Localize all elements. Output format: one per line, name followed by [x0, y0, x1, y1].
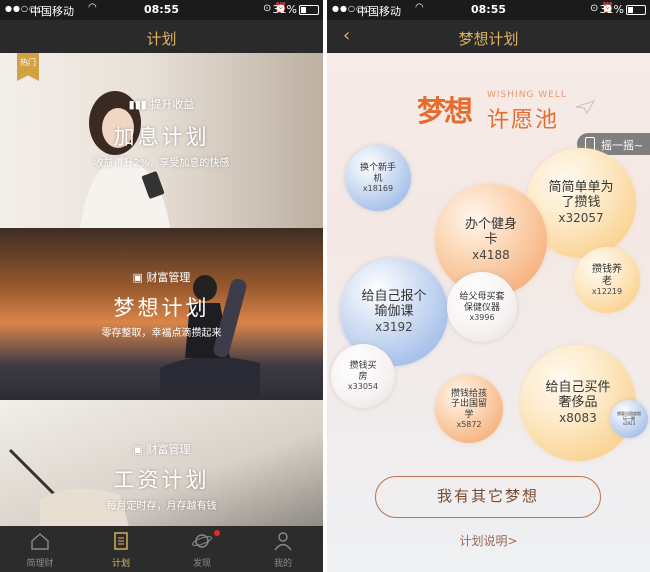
wish-count: x5872 — [456, 420, 482, 430]
wish-text: 给自己报个瑜伽课 — [361, 289, 427, 319]
dream-plan-screen: ●●○○○ 中国移动 ◠ 08:55 ⊙ ⏰ 31% ‹ 梦想计划 梦想 WIS… — [327, 0, 650, 572]
wish-text: 给自己买件奢侈品 — [545, 380, 611, 410]
wish-bubble[interactable]: 攒钱给孩子出国留学 x5872 — [435, 375, 503, 443]
wish-bubble[interactable]: 想要出国度假玩一圈 x2913 — [610, 400, 648, 438]
tab-bar: 简理财 计划 发现 我的 — [0, 526, 323, 572]
plan-tag: ▣ 财富管理 — [132, 443, 191, 456]
wish-count: x8083 — [559, 410, 597, 425]
planet-icon — [192, 534, 212, 548]
plan-desc: 收益再升2%，享受加息的快感 — [93, 158, 230, 169]
battery-percent: 31% — [272, 3, 297, 16]
plan-explain-link[interactable]: 计划说明> — [327, 532, 650, 549]
plan-name: 工资计划 — [113, 468, 210, 492]
wish-text: 攒钱养老 — [592, 264, 622, 287]
paper-plane-icon — [575, 100, 595, 114]
wish-count: x33054 — [347, 381, 379, 391]
tab-discover[interactable]: 发现 — [162, 526, 242, 572]
wish-count: x32057 — [558, 210, 604, 225]
battery-icon — [626, 5, 646, 15]
status-bar: ●●○○○ 中国移动 ◠ 08:55 ⊙ ⏰ 31% — [0, 0, 323, 20]
wish-bubble[interactable]: 给父母买套保健仪器 x3996 — [447, 272, 517, 342]
wish-bubble[interactable]: 攒钱买房 x33054 — [331, 344, 395, 408]
tab-home[interactable]: 简理财 — [0, 526, 80, 572]
wish-count: x12219 — [591, 287, 623, 296]
shake-label: 摇一摇~ — [601, 139, 644, 152]
nav-bar: ‹ 梦想计划 — [327, 20, 650, 53]
tab-me[interactable]: 我的 — [243, 526, 323, 572]
wish-count: x3996 — [469, 312, 495, 322]
page-title: 计划 — [146, 30, 177, 48]
user-icon — [274, 532, 292, 551]
battery-icon — [299, 5, 319, 15]
page-title: 梦想计划 — [458, 30, 519, 48]
wishing-well-title: 许愿池 — [487, 108, 560, 133]
tab-plan[interactable]: 计划 — [81, 526, 161, 572]
wish-text: 攒钱买房 — [349, 361, 377, 382]
nav-bar: 计划 — [0, 20, 323, 53]
tab-label: 发现 — [192, 559, 211, 569]
status-bar: ●●○○○ 中国移动 ◠ 08:55 ⊙ ⏰ 31% — [327, 0, 650, 20]
tab-label: 计划 — [111, 559, 130, 569]
battery-percent: 31% — [599, 3, 624, 16]
plan-name: 加息计划 — [113, 125, 210, 149]
wish-text: 换个新手机 — [359, 163, 396, 184]
wishing-well-en: WISHING WELL — [487, 90, 567, 100]
plan-name: 梦想计划 — [113, 296, 210, 320]
plan-card-salary[interactable]: ▣ 财富管理 工资计划 每月定时存，月存越有钱 — [0, 400, 323, 526]
wish-bubble[interactable]: 换个新手机 x18169 — [345, 145, 411, 211]
wish-count: x4188 — [472, 247, 510, 262]
tab-label: 简理财 — [26, 559, 54, 569]
list-icon — [114, 532, 128, 550]
plan-desc: 零存整取，幸福点滴攒起来 — [101, 328, 222, 339]
house-icon — [31, 533, 49, 550]
briefcase-icon: ▣ — [132, 443, 147, 456]
tab-label: 我的 — [273, 559, 292, 569]
plan-tag: ▮▮▮ 提升收益 — [128, 98, 195, 111]
plan-screen: ●●○○○ 中国移动 ◠ 08:55 ⊙ ⏰ 31% 计划 热门 ▮▮▮ 提升收… — [0, 0, 323, 572]
notification-dot — [214, 530, 220, 536]
plan-card-dream[interactable]: ▣ 财富管理 梦想计划 零存整取，幸福点滴攒起来 — [0, 228, 323, 400]
chart-icon: ▮▮▮ — [128, 98, 151, 111]
wish-count: x3192 — [375, 319, 413, 334]
wish-text: 攒钱给孩子出国留学 — [450, 388, 487, 420]
plan-card-jiaxi[interactable]: 热门 ▮▮▮ 提升收益 加息计划 收益再升2%，享受加息的快感 — [0, 53, 323, 228]
plan-tag: ▣ 财富管理 — [132, 271, 191, 284]
wish-text: 简简单单为了攒钱 — [548, 180, 614, 210]
wish-text: 想要出国度假玩一圈 — [617, 410, 641, 421]
wish-text: 办个健身卡 — [464, 217, 517, 247]
wish-text: 给父母买套保健仪器 — [459, 292, 505, 313]
hot-badge: 热门 — [17, 53, 39, 81]
wish-count: x18169 — [362, 183, 394, 193]
wish-bubble[interactable]: 攒钱养老 x12219 — [574, 247, 640, 313]
wish-count: x2913 — [622, 421, 636, 427]
plan-desc: 每月定时存，月存越有钱 — [106, 501, 217, 512]
briefcase-icon: ▣ — [132, 271, 147, 284]
wishing-well-logo: 梦想 — [417, 94, 473, 128]
other-dream-button[interactable]: 我有其它梦想 — [375, 476, 601, 518]
